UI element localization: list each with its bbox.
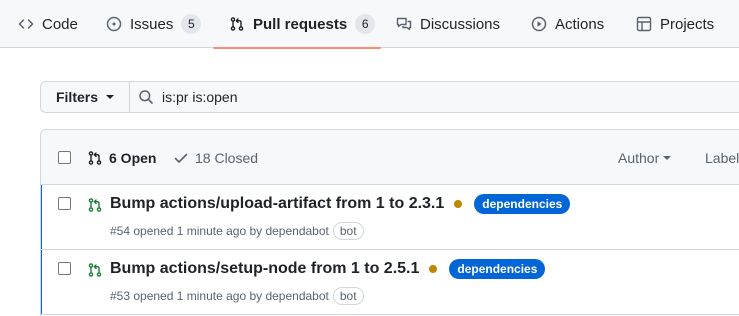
tab-pull-requests-label: Pull requests xyxy=(253,15,348,33)
pull-request-list: 6 Open 18 Closed Author Label Bump actio… xyxy=(40,129,739,316)
code-icon xyxy=(18,16,34,32)
closed-count-label: 18 Closed xyxy=(195,149,259,166)
open-filter-link[interactable]: 6 Open xyxy=(87,130,156,185)
pull-requests-counter: 6 xyxy=(355,14,376,34)
tab-discussions-label: Discussions xyxy=(420,15,501,33)
git-pull-request-icon xyxy=(87,197,103,213)
tab-pull-requests[interactable]: Pull requests 6 xyxy=(213,0,381,49)
row-checkbox[interactable] xyxy=(58,197,71,210)
search-query: is:pr is:open xyxy=(162,89,238,105)
status-pending-icon[interactable] xyxy=(429,265,438,273)
list-item: Bump actions/upload-artifact from 1 to 2… xyxy=(41,185,739,250)
comment-discussion-icon xyxy=(396,16,412,32)
pr-meta: #53 opened 1 minute ago by dependabot bo… xyxy=(110,287,364,305)
open-count-label: 6 Open xyxy=(109,149,157,166)
pr-meta-text: #53 opened 1 minute ago by dependabot xyxy=(110,289,329,303)
label-badge[interactable]: dependencies xyxy=(474,194,571,214)
label-badge[interactable]: dependencies xyxy=(449,259,546,279)
list-header: 6 Open 18 Closed Author Label xyxy=(41,130,739,185)
tab-issues[interactable]: Issues 5 xyxy=(106,0,202,48)
play-icon xyxy=(531,16,547,32)
check-icon xyxy=(173,150,189,166)
git-pull-request-icon xyxy=(87,150,103,166)
tab-discussions[interactable]: Discussions xyxy=(396,0,500,48)
pr-title-link[interactable]: Bump actions/upload-artifact from 1 to 2… xyxy=(110,195,444,213)
tab-issues-label: Issues xyxy=(130,15,174,33)
chevron-down-icon xyxy=(106,95,114,99)
table-icon xyxy=(636,16,652,32)
bot-badge: bot xyxy=(332,287,364,305)
filters-button[interactable]: Filters xyxy=(40,81,130,113)
search-input[interactable]: is:pr is:open xyxy=(129,81,739,113)
search-icon xyxy=(138,89,154,105)
select-all-checkbox[interactable] xyxy=(58,151,71,164)
tab-actions[interactable]: Actions xyxy=(531,0,604,48)
tab-code-label: Code xyxy=(42,15,78,33)
label-filter-label: Label xyxy=(705,149,739,166)
closed-filter-link[interactable]: 18 Closed xyxy=(173,130,258,185)
filters-button-label: Filters xyxy=(55,89,98,105)
author-filter-label: Author xyxy=(618,149,660,166)
label-filter[interactable]: Label xyxy=(705,130,739,185)
git-pull-request-icon xyxy=(229,16,245,32)
pr-title-line: Bump actions/setup-node from 1 to 2.5.1 … xyxy=(110,259,546,279)
pr-title-line: Bump actions/upload-artifact from 1 to 2… xyxy=(110,194,571,214)
issues-counter: 5 xyxy=(181,14,202,34)
repo-nav: Code Issues 5 Pull requests 6 Discussion… xyxy=(0,0,739,49)
pr-title-link[interactable]: Bump actions/setup-node from 1 to 2.5.1 xyxy=(110,260,419,278)
tab-actions-label: Actions xyxy=(555,15,605,33)
author-filter[interactable]: Author xyxy=(618,130,672,185)
tab-projects-label: Projects xyxy=(660,15,715,33)
issue-opened-icon xyxy=(106,16,122,32)
status-pending-icon[interactable] xyxy=(454,200,463,208)
chevron-down-icon xyxy=(663,155,672,160)
list-item: Bump actions/setup-node from 1 to 2.5.1 … xyxy=(41,250,739,315)
tab-projects[interactable]: Projects xyxy=(636,0,714,48)
pr-meta-text: #54 opened 1 minute ago by dependabot xyxy=(110,224,329,238)
bot-badge: bot xyxy=(332,222,364,240)
git-pull-request-icon xyxy=(87,262,103,278)
pr-meta: #54 opened 1 minute ago by dependabot bo… xyxy=(110,222,364,240)
tab-code[interactable]: Code xyxy=(18,0,78,48)
row-checkbox[interactable] xyxy=(58,262,71,275)
